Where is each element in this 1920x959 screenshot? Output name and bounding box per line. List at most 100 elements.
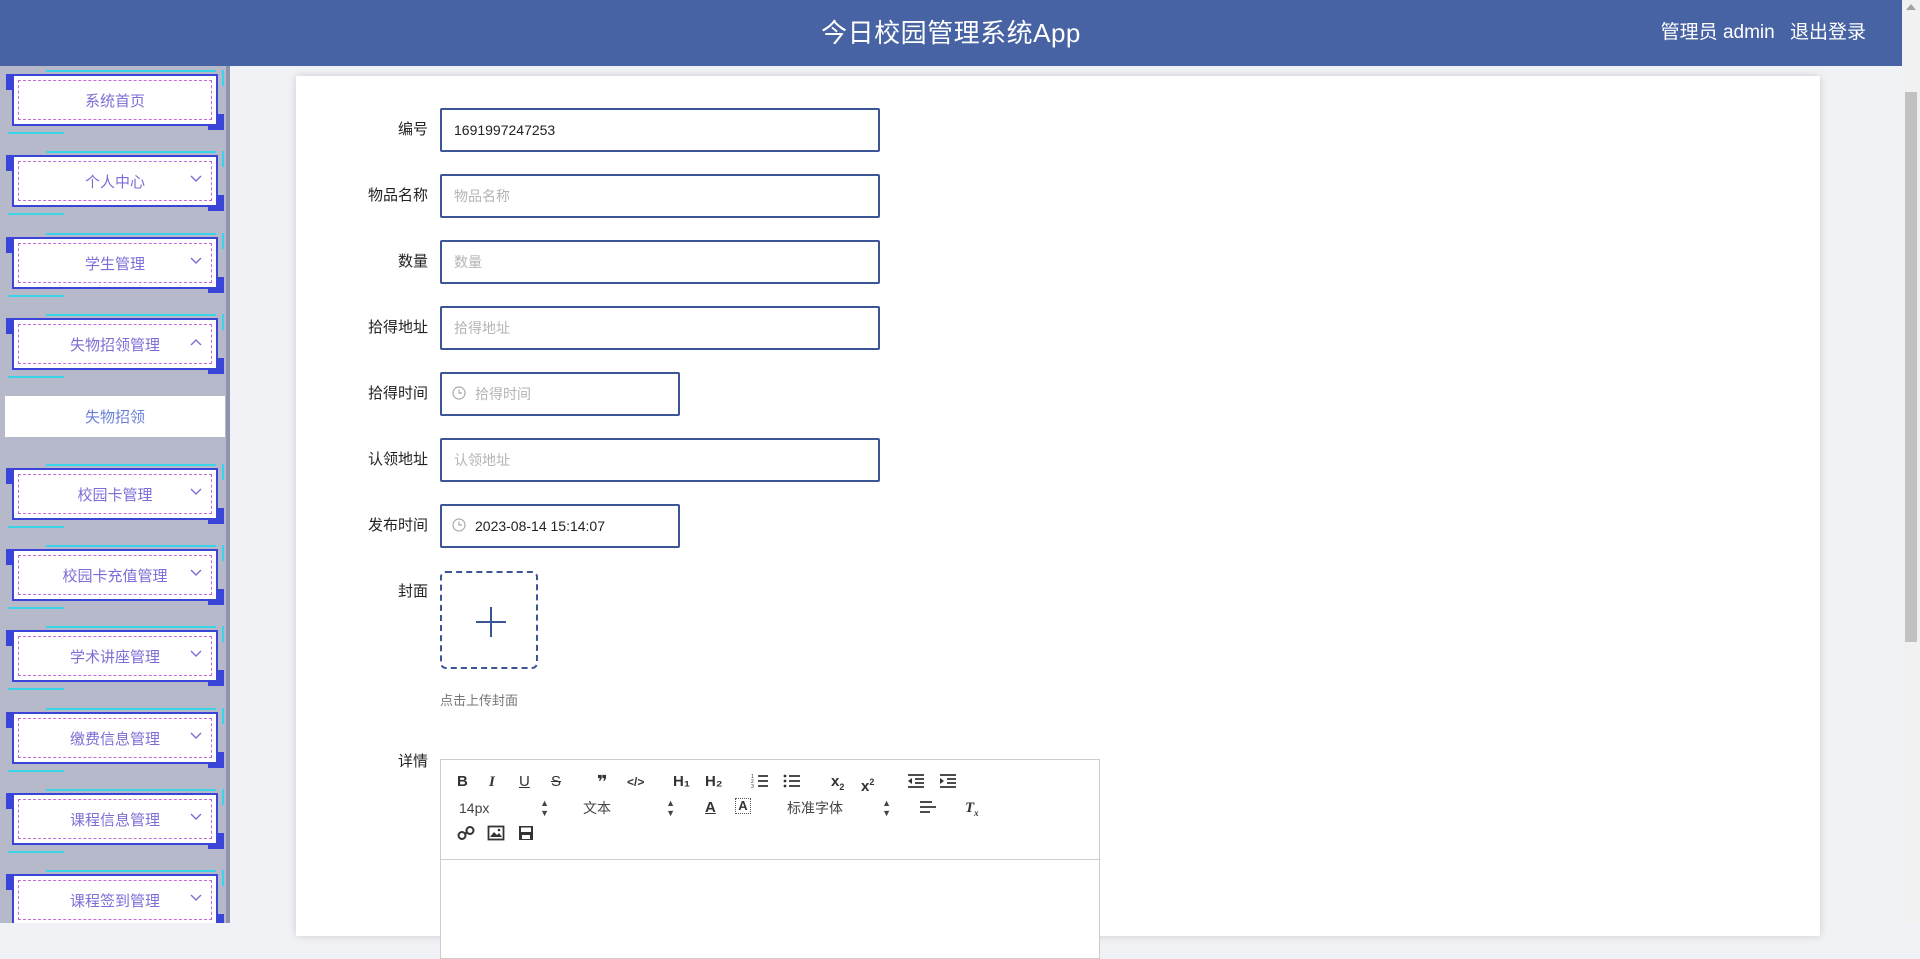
menu-deco-line (8, 607, 64, 609)
menu-deco-line (46, 464, 216, 466)
menu-deco-line (8, 132, 64, 134)
scroll-up-arrow-icon[interactable] (1906, 4, 1916, 10)
chevron-down-icon (190, 569, 202, 577)
menu-deco-line (46, 70, 216, 72)
menu-frame: 学生管理 (12, 237, 218, 289)
app-title: 今日校园管理系统App (821, 18, 1081, 48)
cover-upload-hint: 点击上传封面 (440, 693, 519, 708)
chevron-down-icon (190, 813, 202, 821)
bullet-list-icon[interactable] (783, 772, 801, 792)
menu-frame: 失物招领管理 (12, 318, 218, 370)
sidebar-item-1[interactable]: 系统首页 (6, 68, 224, 134)
menu-deco-line (222, 626, 224, 642)
chevron-down-icon (190, 488, 202, 496)
scroll-thumb[interactable] (1905, 92, 1917, 642)
fabu-shijian-input[interactable] (440, 504, 680, 548)
user-area: 管理员 admin 退出登录 (1651, 0, 1866, 66)
header-select-value: 文本 (583, 800, 611, 816)
sidebar-item-8[interactable]: 缴费信息管理 (6, 706, 224, 772)
font-size-select[interactable]: 14px ▲ ▼ (459, 798, 549, 818)
label-bianhao: 编号 (397, 121, 428, 138)
label-xiangqing: 详情 (397, 753, 428, 770)
video-icon[interactable] (517, 824, 535, 844)
label-fabu-shijian: 发布时间 (367, 517, 428, 534)
blockquote-icon[interactable]: ❞ (597, 772, 608, 792)
sidebar-subitem-lost-found[interactable]: 失物招领 (5, 396, 225, 437)
menu-deco-line (46, 708, 216, 710)
code-block-icon[interactable]: </> (627, 772, 644, 792)
sidebar-item-5[interactable]: 校园卡管理 (6, 462, 224, 528)
editor-content-area[interactable] (441, 860, 1099, 958)
font-size-value: 14px (459, 800, 490, 816)
ordered-list-icon[interactable]: 123 (751, 772, 769, 792)
sidebar-item-label: 缴费信息管理 (69, 730, 160, 748)
background-color-icon[interactable]: A (735, 798, 751, 814)
menu-deco-line (8, 526, 64, 528)
menu-deco-line (8, 770, 64, 772)
detail-editor: B I U S ❞ </> H₁ H₂ 123 x2 x2 14px ▲ ▼ 文… (440, 759, 1100, 959)
menu-frame: 课程签到管理 (12, 874, 218, 923)
sidebar-item-label: 系统首页 (84, 92, 145, 110)
menu-deco-line (8, 376, 64, 378)
label-shuliang: 数量 (397, 253, 428, 270)
chevron-up-icon (190, 338, 202, 346)
sidebar-item-10[interactable]: 课程签到管理 (6, 868, 224, 923)
subscript-icon[interactable]: x2 (831, 772, 844, 792)
menu-frame: 缴费信息管理 (12, 712, 218, 764)
clock-icon (452, 518, 466, 532)
plus-icon (476, 607, 506, 637)
sidebar-item-4[interactable]: 失物招领管理 (6, 312, 224, 378)
sidebar-item-label: 课程签到管理 (69, 892, 160, 910)
font-color-icon[interactable]: A (705, 798, 716, 818)
label-shide-dizhi: 拾得地址 (367, 319, 428, 336)
clear-format-icon[interactable]: Tx (965, 798, 979, 818)
sidebar-item-6[interactable]: 校园卡充值管理 (6, 543, 224, 609)
label-wupin: 物品名称 (367, 187, 428, 204)
page-scrollbar[interactable] (1902, 0, 1920, 923)
shuliang-input[interactable] (440, 240, 880, 284)
sidebar-item-2[interactable]: 个人中心 (6, 149, 224, 215)
h2-button[interactable]: H₂ (705, 772, 723, 792)
form-card: 编号 物品名称 数量 拾得地址 拾得时间 认领地址 发布时间 封面 (296, 76, 1820, 959)
shide-dizhi-input[interactable] (440, 306, 880, 350)
header-select[interactable]: 文本 ▲ ▼ (583, 798, 675, 818)
menu-frame: 校园卡充值管理 (12, 549, 218, 601)
cover-upload-button[interactable] (440, 571, 538, 669)
menu-deco-line (222, 233, 224, 249)
menu-deco-line (46, 545, 216, 547)
menu-frame: 课程信息管理 (12, 793, 218, 845)
menu-deco-line (222, 708, 224, 724)
strike-button[interactable]: S (551, 772, 561, 792)
italic-button[interactable]: I (489, 772, 495, 792)
wupin-input[interactable] (440, 174, 880, 218)
align-icon[interactable] (919, 798, 937, 818)
menu-deco-line (46, 626, 216, 628)
sidebar-item-9[interactable]: 课程信息管理 (6, 787, 224, 853)
bianhao-input[interactable] (440, 108, 880, 152)
h1-button[interactable]: H₁ (673, 772, 690, 792)
sidebar-item-label: 学生管理 (84, 255, 145, 273)
underline-button[interactable]: U (519, 772, 530, 792)
shide-shijian-input[interactable] (440, 372, 680, 416)
menu-frame: 校园卡管理 (12, 468, 218, 520)
link-icon[interactable] (457, 824, 475, 844)
bold-button[interactable]: B (457, 772, 468, 792)
user-label: 管理员 admin (1660, 22, 1775, 43)
sidebar-item-7[interactable]: 学术讲座管理 (6, 624, 224, 690)
menu-deco-line (46, 233, 216, 235)
menu-deco-line (8, 851, 64, 853)
indent-icon[interactable] (939, 772, 957, 792)
renling-dizhi-input[interactable] (440, 438, 880, 482)
select-arrow-icon: ▲ ▼ (540, 798, 549, 818)
sidebar-item-3[interactable]: 学生管理 (6, 231, 224, 297)
chevron-down-icon (190, 257, 202, 265)
sidebar-item-label: 失物招领管理 (69, 336, 160, 354)
font-family-select[interactable]: 标准字体 ▲ ▼ (787, 798, 891, 818)
superscript-icon[interactable]: x2 (861, 772, 874, 795)
outdent-icon[interactable] (907, 772, 925, 792)
menu-deco-line (222, 314, 224, 330)
image-icon[interactable] (487, 824, 505, 844)
menu-deco-line (46, 870, 216, 872)
font-family-value: 标准字体 (787, 800, 843, 816)
logout-link[interactable]: 退出登录 (1790, 22, 1866, 43)
